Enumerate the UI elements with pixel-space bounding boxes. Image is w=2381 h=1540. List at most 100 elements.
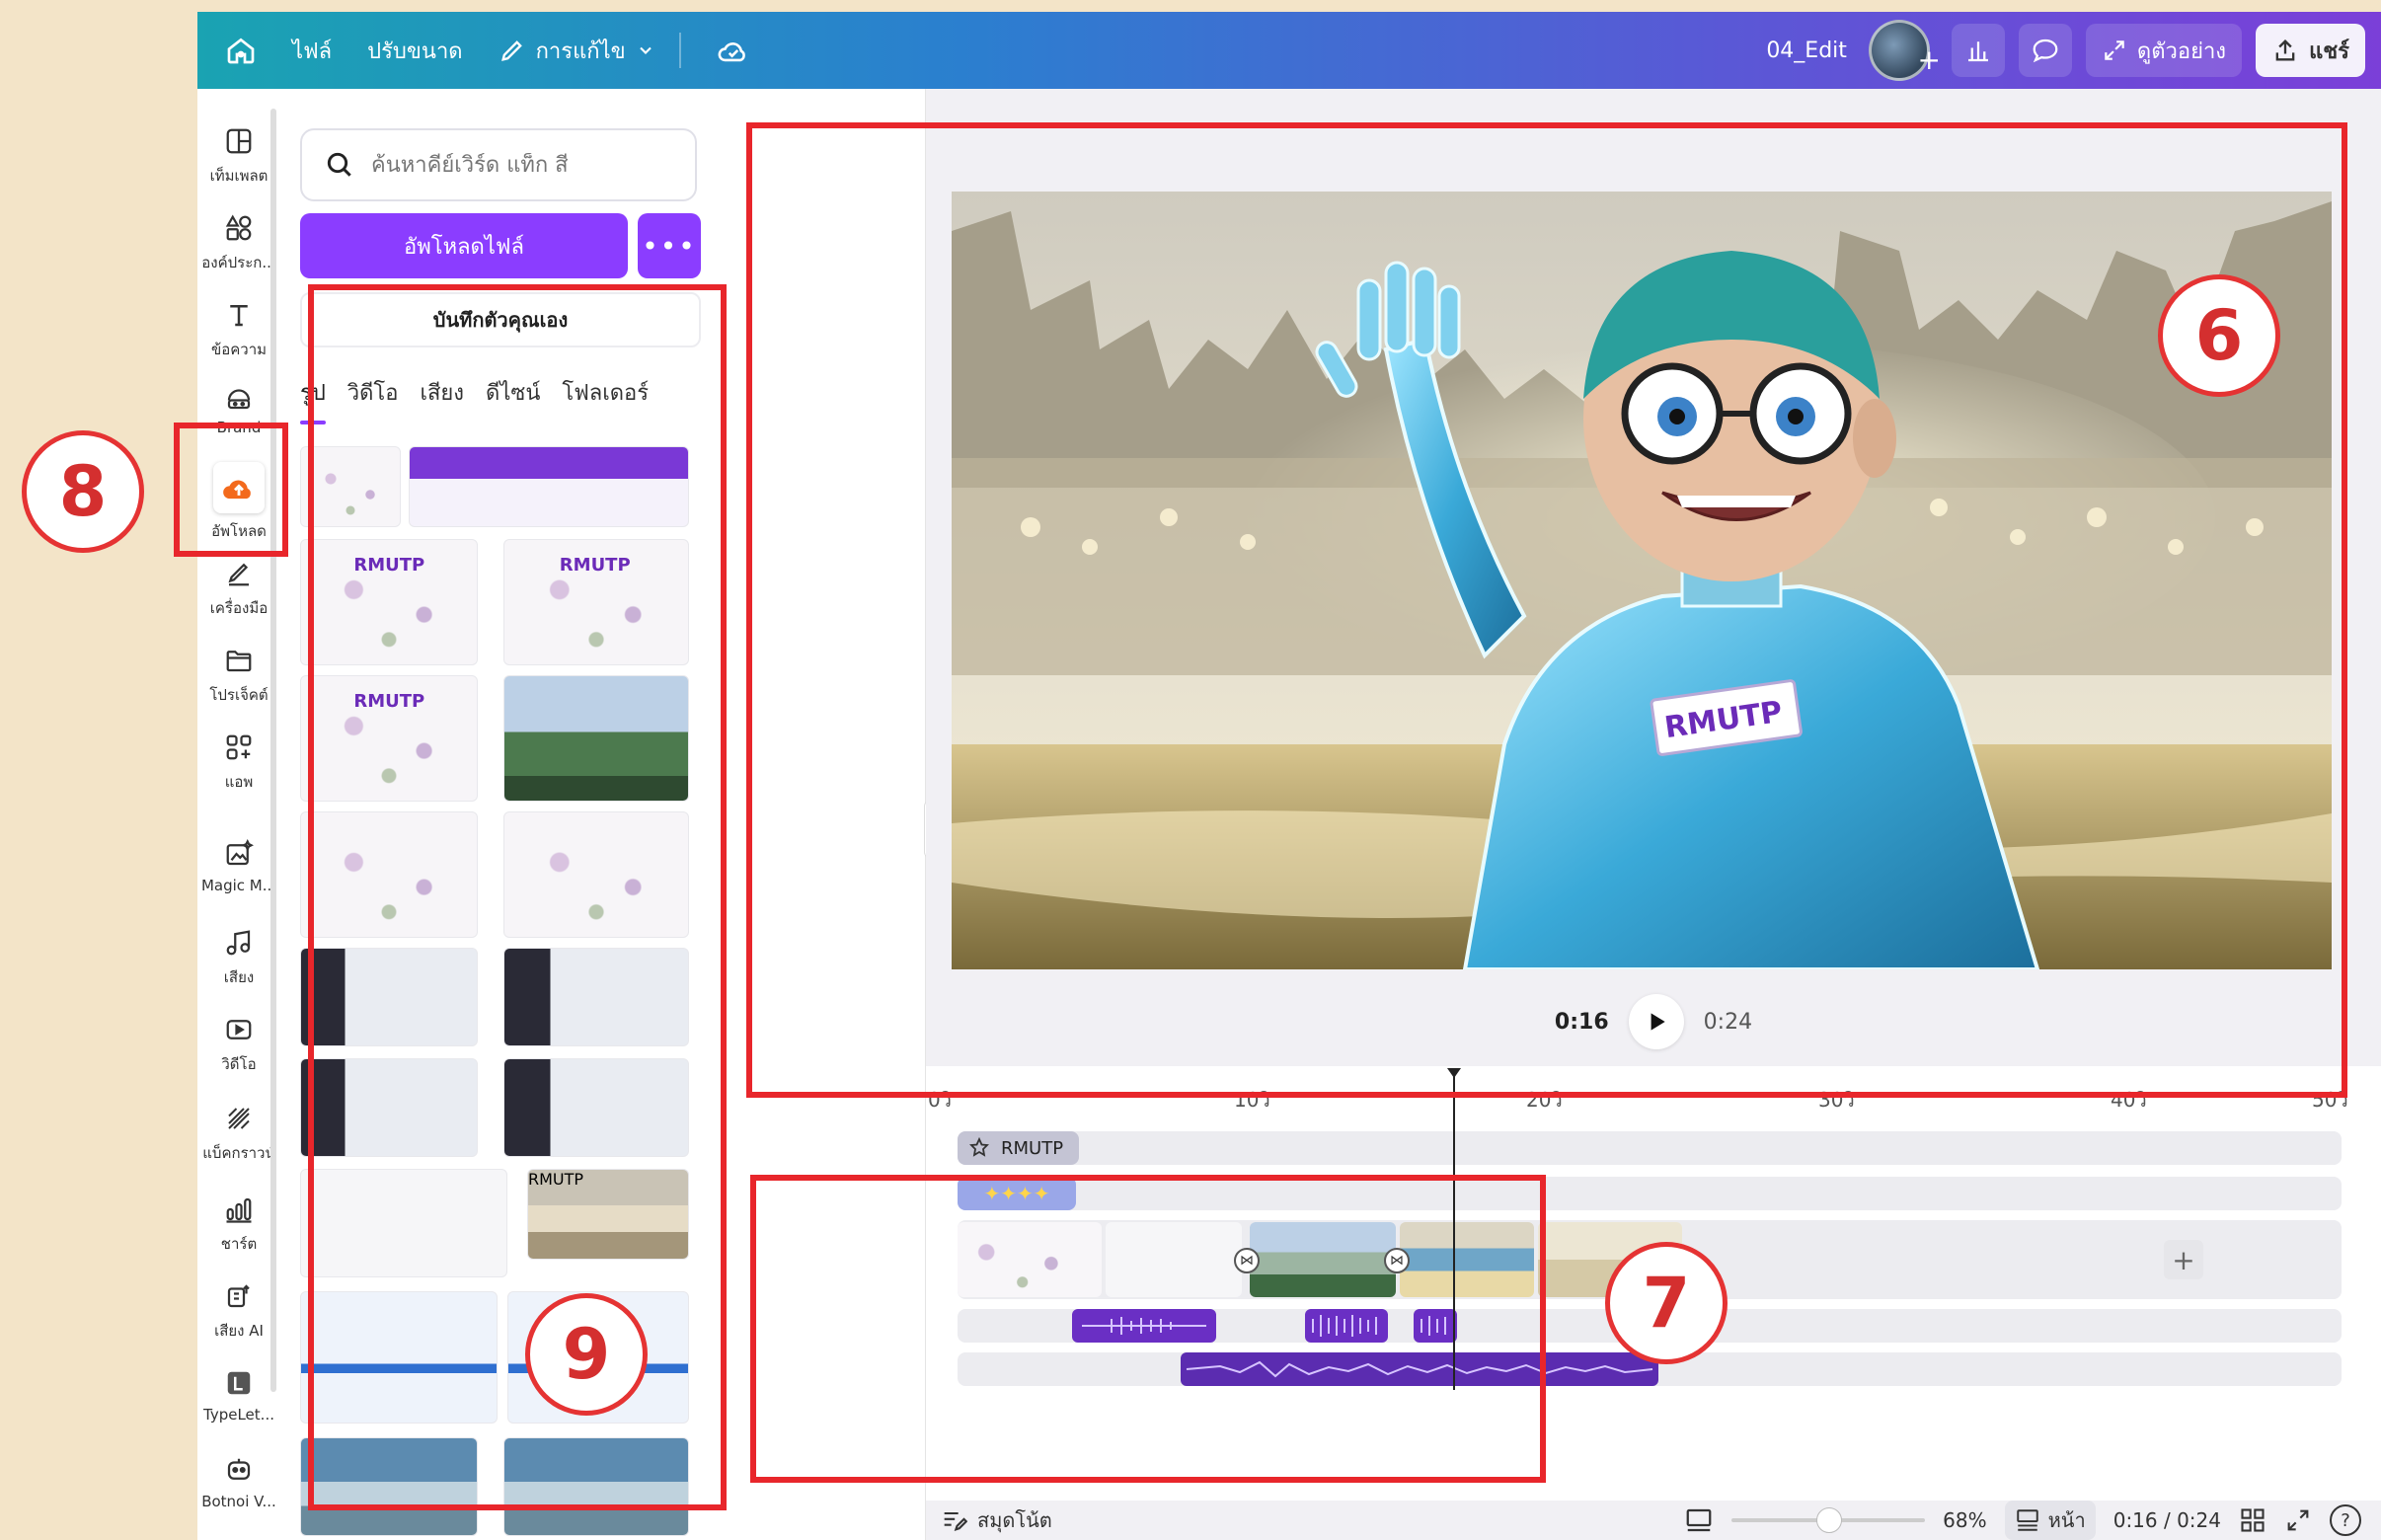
rail-label: องค์ประก... — [201, 254, 276, 271]
top-bar: ไฟล์ ปรับขนาด การแก้ไข 04_Edit + ดูตัวอย… — [197, 12, 2381, 89]
upload-files-button[interactable]: อัพโหลดไฟล์ — [300, 213, 628, 278]
rail-item-magic-media[interactable]: Magic M... — [197, 837, 280, 894]
pages-icon — [2016, 1509, 2038, 1531]
folder-icon — [222, 644, 256, 677]
rail-label: เสียง — [223, 968, 255, 986]
rail-item-charts[interactable]: ชาร์ต — [197, 1193, 280, 1256]
more-dots-icon: ••• — [642, 229, 697, 263]
pages-label: หน้า — [2047, 1508, 2086, 1532]
bottom-bar-controls: 68% หน้า 0:16 / 0:24 ? — [1684, 1501, 2361, 1540]
comment-icon — [2033, 38, 2058, 63]
callout-number-uploads-panel: 9 — [525, 1293, 648, 1416]
file-menu[interactable]: ไฟล์ — [292, 34, 332, 68]
callout-box-canvas — [746, 122, 2347, 1098]
rail-item-typelet[interactable]: TypeLet... — [197, 1366, 280, 1424]
text-layer-chip[interactable]: RMUTP — [958, 1131, 1080, 1165]
callout-number-text: 8 — [58, 451, 108, 532]
pages-view-button[interactable]: หน้า — [2004, 1501, 2096, 1540]
rail-label: วิดีโอ — [221, 1055, 257, 1073]
rail-item-background[interactable]: แบ็คกราวน์ — [197, 1102, 280, 1165]
callout-number-text: 9 — [562, 1314, 611, 1395]
plus-icon: + — [2172, 1243, 2195, 1276]
callout-number-text: 6 — [2194, 295, 2244, 376]
share-upload-icon — [2275, 39, 2295, 61]
callout-box-upload-rail — [174, 423, 288, 557]
chart-icon — [222, 1193, 256, 1226]
callout-number-canvas: 6 — [2158, 274, 2280, 397]
fullscreen-icon[interactable] — [2284, 1506, 2312, 1534]
elements-icon — [222, 211, 256, 245]
rail-label: โปรเจ็คต์ — [209, 686, 269, 704]
callout-number-text: 7 — [1642, 1263, 1691, 1344]
resize-menu[interactable]: ปรับขนาด — [367, 34, 462, 68]
rail-item-apps[interactable]: แอพ — [197, 731, 280, 794]
doc-title[interactable]: 04_Edit — [1766, 38, 1847, 63]
rail-item-audio[interactable]: เสียง — [197, 926, 280, 989]
cloud-check-icon — [718, 42, 745, 62]
zoom-slider-knob[interactable] — [1816, 1507, 1843, 1533]
notes-label: สมุดโน้ต — [977, 1508, 1052, 1532]
side-rail: เท็มเพลต องค์ประก... ข้อความ Brand อัพโห… — [197, 89, 280, 1540]
rail-label: เท็มเพลต — [209, 167, 269, 185]
rail-label: ข้อความ — [210, 341, 268, 358]
callout-box-uploads-panel — [308, 284, 727, 1510]
upload-files-label: อัพโหลดไฟล์ — [404, 234, 524, 260]
help-icon: ? — [2341, 1509, 2350, 1531]
home-button[interactable] — [225, 35, 257, 66]
rail-item-projects[interactable]: โปรเจ็คต์ — [197, 644, 280, 707]
bar-chart-icon — [1967, 41, 1988, 62]
rail-label: TypeLet... — [203, 1406, 274, 1424]
grid-view-icon[interactable] — [2239, 1506, 2266, 1534]
expand-icon — [2105, 40, 2124, 60]
preview-label: ดูตัวอย่าง — [2136, 38, 2227, 64]
apps-icon — [222, 731, 256, 764]
time-readout: 0:16 / 0:24 — [2112, 1508, 2221, 1532]
insights-button[interactable] — [1951, 24, 2005, 77]
zoom-slider[interactable] — [1731, 1507, 1926, 1533]
timeline-view-icon[interactable] — [1684, 1505, 1714, 1535]
text-effect-icon — [969, 1136, 989, 1157]
rail-label: ชาร์ต — [220, 1235, 258, 1253]
text-icon — [222, 298, 256, 332]
zoom-level[interactable]: 68% — [1943, 1508, 1986, 1532]
background-icon — [222, 1102, 256, 1135]
rail-scrollbar[interactable] — [270, 109, 276, 1392]
rail-item-text[interactable]: ข้อความ — [197, 298, 280, 361]
template-icon — [222, 124, 256, 158]
botnoi-icon — [222, 1453, 256, 1487]
add-clip-button[interactable]: + — [2164, 1240, 2203, 1279]
edit-menu[interactable]: การแก้ไข — [499, 34, 655, 68]
rail-item-draw[interactable]: เครื่องมือ — [197, 557, 280, 620]
search-box[interactable] — [300, 128, 697, 201]
callout-number-upload-rail: 8 — [22, 430, 144, 553]
search-icon — [327, 152, 351, 177]
add-collaborator-icon: + — [1917, 43, 1941, 76]
rail-item-ai-voice[interactable]: เสียง AI — [197, 1279, 280, 1343]
pencil-icon — [500, 40, 522, 61]
chevron-down-icon — [639, 46, 652, 54]
rail-label: แบ็คกราวน์ — [202, 1144, 275, 1162]
avatar[interactable]: + — [1868, 20, 1941, 81]
rail-item-video[interactable]: วิดีโอ — [197, 1013, 280, 1076]
home-icon — [227, 38, 255, 64]
help-button[interactable]: ? — [2330, 1504, 2361, 1536]
text-layer-label: RMUTP — [1001, 1137, 1064, 1159]
rail-label: แอพ — [224, 773, 254, 791]
share-button[interactable]: แชร์ — [2256, 24, 2365, 77]
bottom-bar: สมุดโน้ต 68% หน้า 0:16 / 0:24 ? — [926, 1501, 2381, 1540]
comments-button[interactable] — [2018, 24, 2072, 77]
rail-item-elements[interactable]: องค์ประก... — [197, 211, 280, 274]
rail-label: เสียง AI — [214, 1322, 264, 1340]
notes-button[interactable]: สมุดโน้ต — [940, 1504, 1052, 1536]
more-options-button[interactable]: ••• — [638, 213, 701, 278]
rail-item-botnoi[interactable]: Botnoi V... — [197, 1453, 280, 1510]
file-menu-label: ไฟล์ — [292, 38, 333, 64]
rail-item-templates[interactable]: เท็มเพลต — [197, 124, 280, 188]
callout-box-timeline — [750, 1175, 1546, 1483]
preview-button[interactable]: ดูตัวอย่าง — [2085, 24, 2243, 77]
music-icon — [222, 926, 256, 960]
edit-menu-label: การแก้ไข — [535, 38, 626, 64]
rail-label: Botnoi V... — [201, 1493, 276, 1510]
search-input[interactable] — [371, 152, 667, 178]
save-status-button[interactable] — [717, 36, 750, 65]
